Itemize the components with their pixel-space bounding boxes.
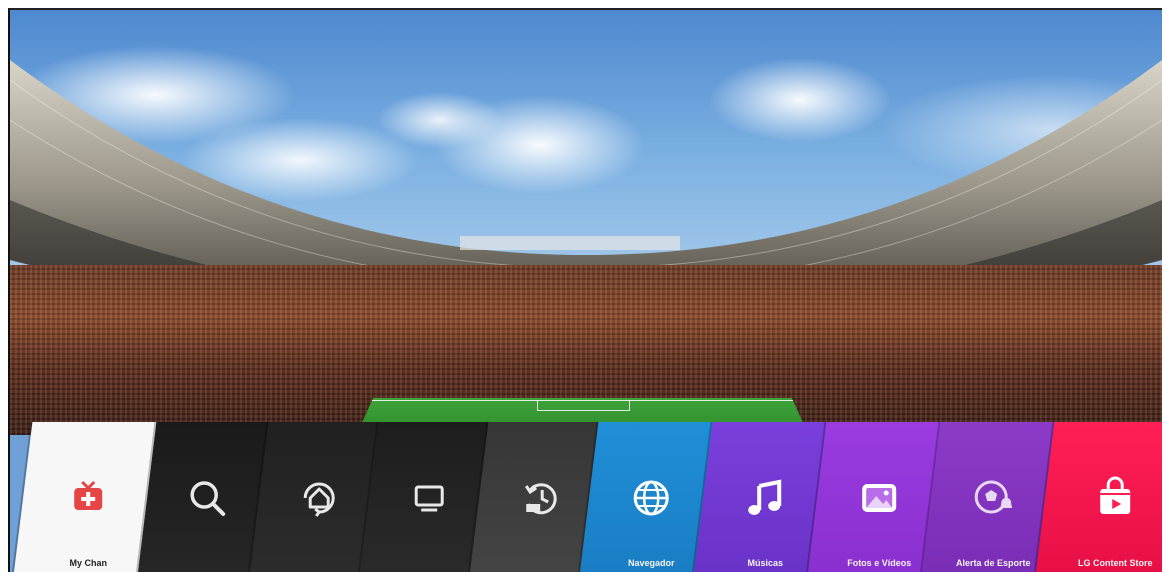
tile-label: My Chan — [69, 558, 107, 568]
tile-label: LG Content Store — [1077, 558, 1153, 568]
tv-input-icon — [414, 485, 444, 512]
history-icon — [524, 483, 557, 515]
store-bag-icon — [1100, 476, 1131, 514]
soccer-ball-bell-icon — [974, 480, 1013, 514]
launcher-tile-store[interactable]: LG Content Store — [1036, 422, 1162, 572]
image-icon — [862, 484, 897, 512]
music-note-icon — [748, 479, 782, 515]
tv-screen: My Chan Navegador Músicas Fotos e Vídeos… — [8, 8, 1162, 572]
search-icon — [190, 481, 226, 516]
home-icon — [303, 482, 335, 517]
globe-icon — [633, 480, 669, 516]
tv-plus-icon — [74, 480, 103, 510]
launcher-bar: My Chan Navegador Músicas Fotos e Vídeos… — [10, 422, 1162, 572]
